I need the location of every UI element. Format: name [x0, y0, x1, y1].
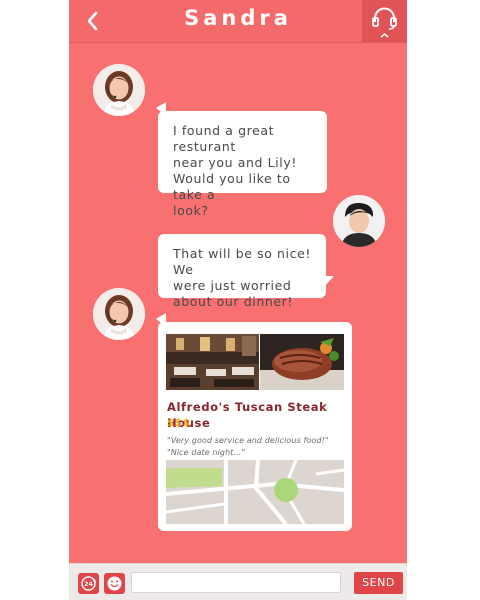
- 24-hour-icon: 24: [81, 576, 97, 591]
- user-avatar-image: [333, 195, 385, 247]
- agent-avatar[interactable]: [93, 64, 145, 116]
- agent-message-bubble: I found a great resturant near you and L…: [156, 102, 327, 218]
- review-quote: "Nice date night...": [167, 448, 246, 457]
- restaurant-name[interactable]: Alfredo's Tuscan Steak House: [167, 399, 352, 431]
- 24-hour-button[interactable]: 24: [78, 573, 99, 594]
- message-input[interactable]: [131, 572, 341, 593]
- user-message-bubble: That will be so nice! We were just worri…: [158, 234, 334, 309]
- chevron-up-icon: [380, 32, 389, 38]
- location-map[interactable]: [166, 460, 344, 524]
- svg-text:24: 24: [84, 580, 94, 588]
- restaurant-interior-photo[interactable]: [166, 334, 259, 390]
- message-text: I found a great resturant near you and L…: [173, 123, 297, 218]
- contact-name-title: Sandra: [184, 6, 292, 30]
- user-avatar[interactable]: [333, 195, 385, 247]
- chat-input-bar: 24 SEND: [69, 563, 407, 600]
- restaurant-card[interactable]: Alfredo's Tuscan Steak House $$$ "Very g…: [156, 313, 352, 531]
- agent-avatar-image: [93, 288, 145, 340]
- smiley-icon: [107, 576, 122, 591]
- emoji-button[interactable]: [104, 573, 125, 594]
- header-bar: Sandra: [69, 0, 407, 43]
- steak-dish-photo[interactable]: [260, 334, 344, 390]
- headset-icon: [372, 7, 397, 38]
- location-pin-icon: [274, 478, 298, 502]
- chat-screen: Sandra I found a great resturant near yo: [69, 0, 407, 600]
- price-rating: $$$: [167, 417, 191, 429]
- support-button[interactable]: [362, 0, 407, 42]
- message-text: That will be so nice! We were just worri…: [173, 246, 312, 309]
- send-button[interactable]: SEND: [354, 572, 403, 594]
- agent-avatar-image: [93, 64, 145, 116]
- agent-avatar[interactable]: [93, 288, 145, 340]
